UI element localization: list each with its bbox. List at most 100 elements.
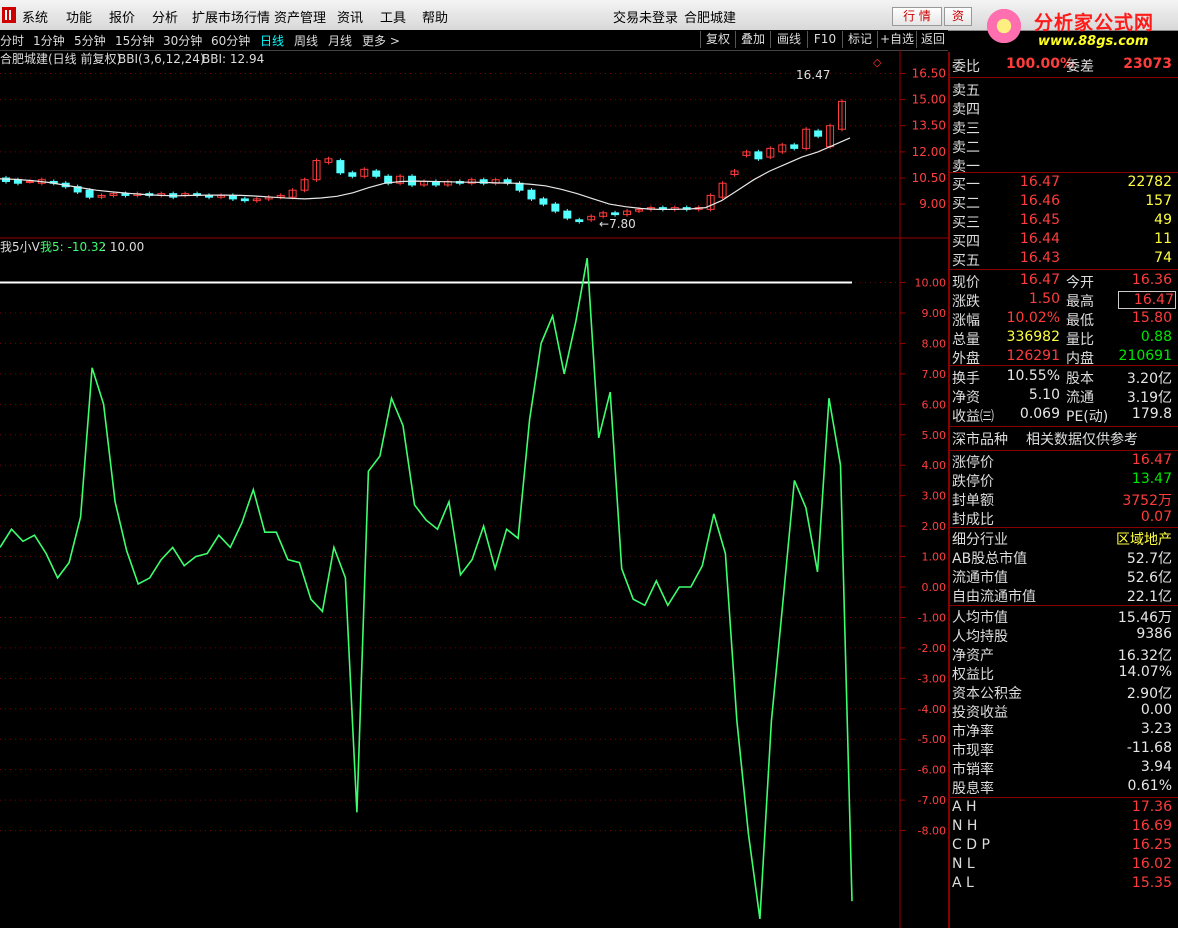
stat-row: 现价 16.47 今开 16.36 (950, 272, 1174, 291)
stat-label: 最高 (1066, 294, 1094, 310)
menu-function[interactable]: 功能 (66, 7, 92, 26)
toolbar-f10[interactable]: F10 (807, 31, 842, 48)
separator (950, 797, 1178, 798)
period-1min[interactable]: 1分钟 (33, 32, 65, 49)
sub-chart-name: 我5小V (0, 240, 41, 254)
chart-area[interactable]: 合肥城建(日线 前复权) BBI(3,6,12,24) BBI: 12.94 ◇… (0, 50, 948, 928)
candle-body (754, 151, 763, 160)
period-daily[interactable]: 日线 (260, 32, 284, 49)
share-value: 179.8 (1131, 406, 1172, 422)
market-note: 相关数据仅供参考 (1026, 432, 1138, 448)
indicator-axis: 10.00 9.00 8.00 7.00 6.00 5.00 4.00 3.00 2.00 1.0… (900, 277, 946, 838)
menu-analysis[interactable]: 分析 (152, 7, 178, 26)
per-share-label: 人均市值 (952, 610, 1008, 626)
order-ratio-value: 100.00% (1006, 56, 1075, 72)
separator (950, 172, 1178, 173)
stat-value: 210691 (1118, 348, 1172, 364)
fundamental-value: 52.7亿 (1126, 551, 1172, 567)
toolbar-mark[interactable]: 标记 (842, 31, 877, 48)
tab-info[interactable]: 资 (944, 7, 972, 26)
tab-quote[interactable]: 行 情 (892, 7, 942, 26)
indicator-tick-label: -1.00 (918, 611, 946, 624)
high-price-marker: 16.47 (796, 68, 830, 82)
menu-quote[interactable]: 报价 (109, 7, 135, 26)
bbi-value: BBI: 12.94 (202, 52, 264, 66)
brand-title: 分析家公式网 (1034, 12, 1155, 34)
price-tick-label: 13.50 (912, 119, 946, 133)
period-5min[interactable]: 5分钟 (74, 32, 106, 49)
bid-label: 买五 (952, 253, 980, 269)
stat-value: 126291 (1006, 348, 1060, 364)
fundamental-row: AB股总市值 52.7亿 (950, 548, 1174, 567)
period-intraday[interactable]: 分时 (0, 32, 24, 49)
indicator-tick-label: -6.00 (918, 764, 946, 777)
share-value: 0.069 (1019, 406, 1060, 422)
candle-body (563, 210, 572, 219)
per-share-row: 人均持股 9386 (950, 626, 1174, 645)
per-share-value: 0.00 (1140, 702, 1172, 718)
period-monthly[interactable]: 月线 (328, 32, 352, 49)
toolbar-back[interactable]: 返回 (916, 31, 949, 48)
period-more[interactable]: 更多 > (362, 32, 400, 49)
menu-tools[interactable]: 工具 (380, 7, 406, 26)
price-tick-label: 16.50 (912, 66, 946, 80)
indicator-tick-label: 2.00 (922, 520, 947, 533)
limit-row: 跌停价 13.47 (950, 471, 1174, 490)
per-share-value: -11.68 (1126, 740, 1172, 756)
menu-extended-market[interactable]: 扩展市场行情 (192, 7, 270, 26)
bid-label: 买一 (952, 177, 980, 193)
pivot-row: N H 16.69 (950, 818, 1174, 837)
pivot-row: N L 16.02 (950, 856, 1174, 875)
menu-system[interactable]: 系统 (22, 7, 48, 26)
menu-help[interactable]: 帮助 (422, 7, 448, 26)
candle-body (814, 130, 823, 137)
separator (950, 605, 1178, 606)
indicator-tick-label: 3.00 (922, 490, 947, 503)
fundamental-row: 流通市值 52.6亿 (950, 567, 1174, 586)
indicator-tick-label: -4.00 (918, 703, 946, 716)
share-label: 股本 (1066, 371, 1094, 387)
price-axis: 16.50 15.00 13.50 12.00 10.50 9.00 (900, 66, 946, 211)
period-15min[interactable]: 15分钟 (115, 32, 154, 49)
per-share-label: 股息率 (952, 781, 994, 797)
menu-asset-management[interactable]: 资产管理 (274, 7, 326, 26)
candle-body (611, 212, 620, 216)
ask-row: 卖四 (950, 99, 1174, 118)
toolbar-add-favorite[interactable]: +自选 (877, 31, 916, 48)
period-weekly[interactable]: 周线 (294, 32, 318, 49)
bid-price: 16.45 (1019, 212, 1060, 228)
per-share-value: 3.94 (1140, 759, 1172, 775)
pivot-row: A L 15.35 (950, 875, 1174, 894)
period-30min[interactable]: 30分钟 (163, 32, 202, 49)
pivot-label: A L (952, 875, 974, 891)
period-60min[interactable]: 60分钟 (211, 32, 250, 49)
toolbar-draw[interactable]: 画线 (770, 31, 807, 48)
ask-row: 卖五 (950, 80, 1174, 99)
stat-label: 总量 (952, 332, 980, 348)
login-status[interactable]: 交易未登录 (613, 7, 678, 26)
candle-body (551, 203, 560, 212)
toolbar-overlay[interactable]: 叠加 (735, 31, 770, 48)
indicator-tick-label: 10.00 (915, 277, 947, 290)
stat-value: 1.50 (1028, 291, 1060, 307)
limit-row: 封单额 3752万 (950, 490, 1174, 509)
limit-value: 0.07 (1140, 509, 1172, 525)
stat-value: 10.02% (1006, 310, 1060, 326)
share-row: 换手 10.55% 股本 3.20亿 (950, 368, 1174, 387)
bid-label: 买三 (952, 215, 980, 231)
toolbar-restore-rights[interactable]: 复权 (700, 31, 735, 48)
per-share-label: 市现率 (952, 743, 994, 759)
candle-body (372, 170, 381, 177)
order-diff-label: 委差 (1066, 59, 1094, 75)
per-share-value: 0.61% (1127, 778, 1172, 794)
pivot-value: 16.25 (1131, 837, 1172, 853)
share-label: 换手 (952, 371, 980, 387)
per-share-label: 净资产 (952, 648, 994, 664)
pivot-row: A H 17.36 (950, 799, 1174, 818)
fundamental-label: 细分行业 (952, 532, 1008, 548)
order-ratio-label: 委比 (952, 59, 980, 75)
menu-news[interactable]: 资讯 (337, 7, 363, 26)
pivot-label: N L (952, 856, 975, 872)
diamond-marker-icon: ◇ (873, 56, 882, 69)
pivot-value: 16.69 (1131, 818, 1172, 834)
